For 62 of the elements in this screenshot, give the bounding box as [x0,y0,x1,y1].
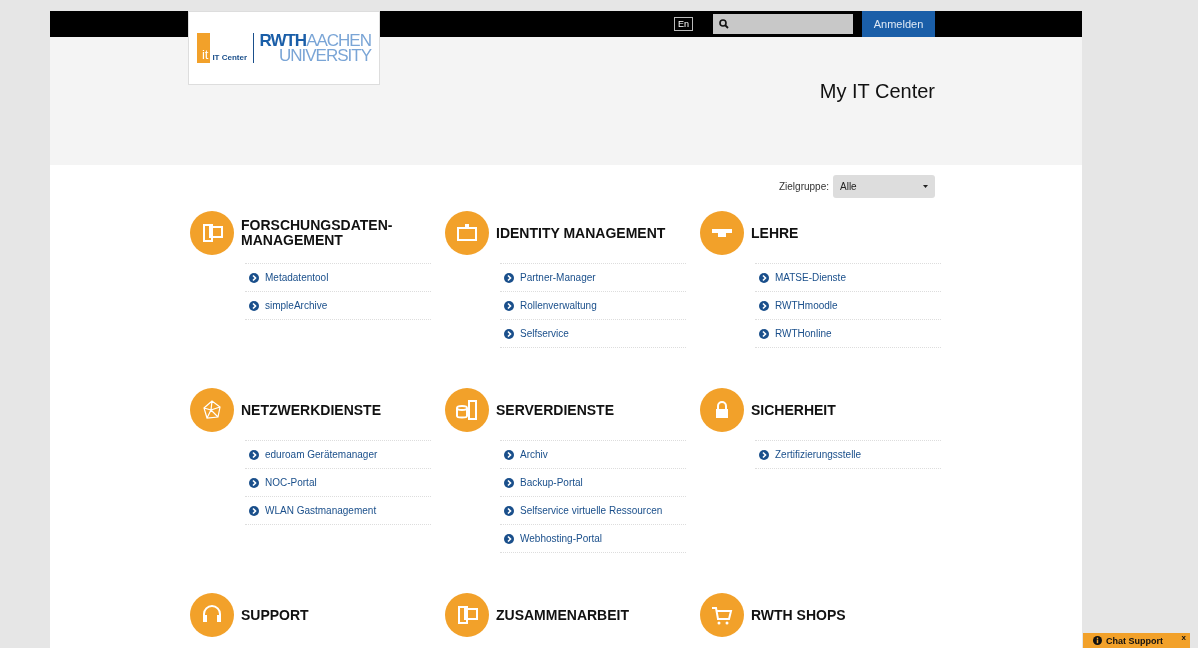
service-link[interactable]: Selfservice virtuelle Ressourcen [500,497,686,525]
category-title: ZUSAMMENARBEIT [496,607,630,623]
filter-label: Zielgruppe: [778,181,829,192]
category-title: IDENTITY MANAGEMENT [496,225,666,241]
it-logo-mark: it [197,33,211,63]
chat-support-button[interactable]: Chat Support x [1083,633,1190,648]
service-link[interactable]: Metadatentool [245,264,431,292]
chevron-circle-icon [504,272,514,283]
logo-wordmark-second-line: UNIVERSITY [278,48,371,63]
logo-wordmark-light: AACHEN [306,31,371,50]
service-link[interactable]: Rollenverwaltung [500,292,686,320]
login-button[interactable]: Anmelden [862,11,935,37]
chevron-circle-icon [249,300,259,311]
logo-card[interactable]: it IT Center RWTHAACHEN UNIVERSITY [188,11,380,85]
chevron-circle-icon [504,449,514,460]
chevron-circle-icon [249,272,259,283]
service-link[interactable]: Webhosting-Portal [500,525,686,553]
service-link[interactable]: eduroam Gerätemanager [245,441,431,469]
service-link[interactable]: simpleArchive [245,292,431,320]
monitor-icon [200,221,224,245]
category-title: RWTH SHOPS [751,607,847,623]
logo-wordmark-bold: RWTH [259,31,307,50]
chevron-circle-icon [249,449,259,460]
chevron-circle-icon [504,328,514,339]
service-link[interactable]: Zertifizierungsstelle [755,441,941,469]
category-title: SUPPORT [241,607,310,623]
chevron-circle-icon [249,505,259,516]
monitor-icon [455,603,479,627]
chevron-circle-icon [504,300,514,311]
category-title: NETZWERKDIENSTE [241,402,382,418]
chevron-circle-icon [759,300,769,311]
logo-unit-text: IT Center [212,53,248,62]
chevron-circle-icon [759,272,769,283]
chevron-circle-icon [759,449,769,460]
service-link[interactable]: NOC-Portal [245,469,431,497]
caret-icon [923,185,928,188]
server-icon [455,398,479,422]
audience-dropdown[interactable]: Alle [833,175,935,198]
chevron-circle-icon [759,328,769,339]
category-title: FORSCHUNGSDATEN-MANAGEMENT [241,218,394,248]
service-link[interactable]: Archiv [500,441,686,469]
category-title: SERVERDIENSTE [496,402,615,418]
close-icon[interactable]: x [1181,633,1186,642]
service-link[interactable]: RWTHmoodle [755,292,941,320]
chevron-circle-icon [504,505,514,516]
chevron-circle-icon [504,533,514,544]
service-link[interactable]: Selfservice [500,320,686,348]
service-link[interactable]: RWTHonline [755,320,941,348]
category-title: SICHERHEIT [751,402,837,418]
chevron-circle-icon [504,477,514,488]
service-link[interactable]: MATSE-Dienste [755,264,941,292]
chevron-circle-icon [249,477,259,488]
language-button[interactable]: En [674,17,693,31]
search-icon [719,19,729,29]
service-link[interactable]: WLAN Gastmanagement [245,497,431,525]
service-link[interactable]: Partner-Manager [500,264,686,292]
info-icon [1093,636,1102,645]
page-title: My IT Center [819,80,935,103]
network-icon [200,398,224,422]
service-link[interactable]: Backup-Portal [500,469,686,497]
category-title: LEHRE [751,225,800,241]
search-field[interactable] [713,14,853,34]
